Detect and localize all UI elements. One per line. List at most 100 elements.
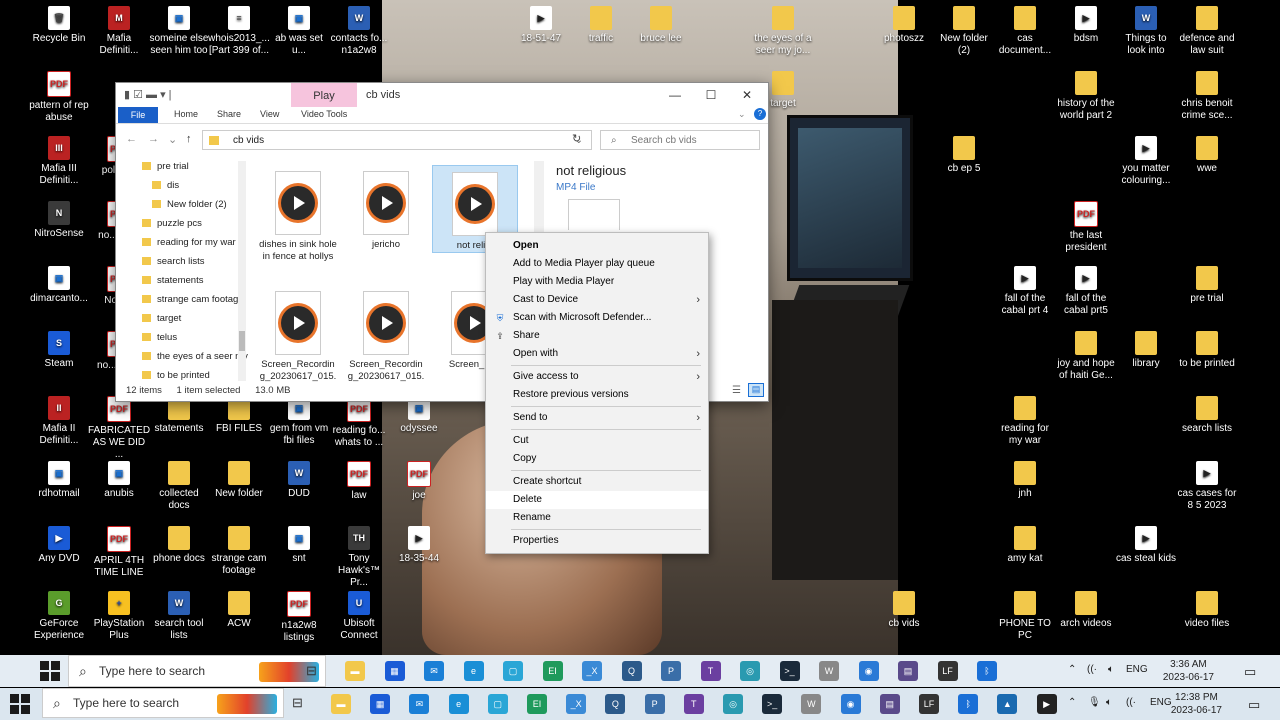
- context-menu-item[interactable]: Play with Media Player: [486, 273, 708, 291]
- desktop-icon[interactable]: ▣ ab was set u...: [268, 6, 330, 57]
- desktop-icon[interactable]: 🗑 Recycle Bin: [28, 6, 90, 45]
- x-icon[interactable]: _X: [582, 661, 602, 681]
- up-icon[interactable]: ↑: [186, 133, 192, 145]
- notifications-icon[interactable]: ▭: [1244, 664, 1256, 680]
- minimize-icon[interactable]: —: [660, 85, 690, 105]
- nav-tree-item[interactable]: New folder (2): [152, 199, 252, 210]
- edge-icon[interactable]: e: [463, 661, 484, 681]
- task-view-icon[interactable]: ⊟: [306, 663, 317, 679]
- file-explorer-icon[interactable]: ▬: [345, 661, 365, 681]
- nav-tree-item[interactable]: strange cam footage: [142, 294, 252, 305]
- tray-overflow-icon[interactable]: ⌃: [1068, 697, 1076, 708]
- refresh-icon[interactable]: ↻: [572, 132, 581, 145]
- desktop-icon[interactable]: ▶ fall of the cabal prt5: [1055, 266, 1117, 317]
- desktop-icon[interactable]: New folder: [208, 461, 270, 500]
- search-input[interactable]: ⌕ Search cb vids: [600, 130, 760, 150]
- details-view-icon[interactable]: ☰: [732, 385, 741, 396]
- desktop-icon[interactable]: ▣ snt: [268, 526, 330, 565]
- desktop-icon[interactable]: cas document...: [994, 6, 1056, 57]
- navigation-scrollbar[interactable]: [238, 161, 246, 381]
- window-icon[interactable]: ▢: [487, 694, 508, 714]
- terminal-icon[interactable]: >_: [762, 694, 783, 714]
- taskbar-search-input[interactable]: ⌕ Type here to search: [42, 688, 284, 718]
- desktop-icon[interactable]: ▶ Any DVD: [28, 526, 90, 565]
- context-menu-item[interactable]: Cast to Device ›: [486, 291, 708, 309]
- context-menu-item[interactable]: Open with ›: [486, 345, 708, 363]
- desktop-icon[interactable]: jnh: [994, 461, 1056, 500]
- lf-icon[interactable]: LF: [919, 694, 939, 714]
- nav-tree-item[interactable]: telus: [142, 332, 252, 343]
- desktop-icon[interactable]: to be printed: [1176, 331, 1238, 370]
- store-icon[interactable]: ▦: [384, 661, 405, 681]
- notifications-icon[interactable]: ▭: [1248, 697, 1260, 713]
- desktop-icon[interactable]: M Mafia Definiti...: [88, 6, 150, 57]
- desktop-icon[interactable]: traffic: [570, 6, 632, 45]
- network-icon[interactable]: ((·: [1126, 697, 1136, 708]
- context-menu-item[interactable]: Cut: [486, 432, 708, 450]
- recent-locations-icon[interactable]: ⌄: [168, 133, 177, 146]
- desktop-icon[interactable]: chris benoit crime sce...: [1176, 71, 1238, 122]
- desktop-icon[interactable]: collected docs: [148, 461, 210, 512]
- mail-icon[interactable]: ✉: [409, 694, 430, 714]
- desktop-icon[interactable]: history of the world part 2: [1055, 71, 1117, 122]
- volume-icon[interactable]: 🔈︎: [1106, 697, 1112, 708]
- desktop-icon[interactable]: W Things to look into: [1115, 6, 1177, 57]
- desktop-icon[interactable]: the eyes of a seer my jo...: [752, 6, 814, 57]
- desktop-icon[interactable]: W DUD: [268, 461, 330, 500]
- desktop-icon[interactable]: ▶ bdsm: [1055, 6, 1117, 45]
- teams-icon[interactable]: T: [683, 694, 704, 714]
- tab-play[interactable]: Play: [291, 83, 357, 107]
- desktop-icon[interactable]: cb ep 5: [933, 136, 995, 175]
- app-icon[interactable]: ◎: [740, 661, 760, 681]
- desktop-icon[interactable]: defence and law suit: [1176, 6, 1238, 57]
- desktop-icon[interactable]: photoszz: [873, 6, 935, 45]
- desktop-icon[interactable]: cb vids: [873, 591, 935, 630]
- gallery-icon[interactable]: ▤: [898, 661, 918, 681]
- desktop-icon[interactable]: III Mafia III Definiti...: [28, 136, 90, 187]
- context-menu-item[interactable]: Open: [486, 237, 708, 255]
- globe-icon[interactable]: ◉: [858, 661, 879, 681]
- address-bar[interactable]: cb vids ⌄: [202, 130, 592, 150]
- desktop-icon[interactable]: ▶ 18-51-47: [510, 6, 572, 45]
- nav-tree-item[interactable]: pre trial: [142, 161, 252, 172]
- photos-icon[interactable]: ▲: [997, 694, 1018, 714]
- desktop-icon[interactable]: ▣ gem from vm fbi files: [268, 396, 330, 447]
- context-menu-item[interactable]: Give access to ›: [486, 368, 708, 386]
- nav-tree-item[interactable]: puzzle pcs: [142, 218, 252, 229]
- help-icon[interactable]: ?: [754, 108, 766, 120]
- wand-icon[interactable]: W: [819, 661, 839, 681]
- mail-icon[interactable]: ✉: [424, 661, 444, 681]
- desktop-icon[interactable]: pre trial: [1176, 266, 1238, 305]
- quick-access-toolbar[interactable]: ▮ ☑ ▬ ▾ |: [124, 88, 172, 101]
- desktop-icon[interactable]: II Mafia II Definiti...: [28, 396, 90, 447]
- x-icon[interactable]: _X: [566, 694, 587, 714]
- desktop-icon[interactable]: phone docs: [148, 526, 210, 565]
- task-view-icon[interactable]: ⊟: [292, 695, 303, 711]
- excel-icon[interactable]: EI: [542, 661, 563, 681]
- search-app-icon[interactable]: Q: [605, 694, 626, 714]
- context-menu-item[interactable]: Restore previous versions: [486, 386, 708, 404]
- wand-icon[interactable]: W: [801, 694, 822, 714]
- desktop-icon[interactable]: PHONE TO PC: [994, 591, 1056, 642]
- desktop-icon[interactable]: PDF the last president: [1055, 201, 1117, 254]
- desktop-icon[interactable]: + PlayStation Plus: [88, 591, 150, 642]
- globe-icon[interactable]: ◉: [840, 694, 861, 714]
- taskbar-search-input[interactable]: ⌕ Type here to search: [68, 655, 326, 687]
- pdf-app-icon[interactable]: P: [661, 661, 681, 681]
- bluetooth-icon[interactable]: ᛒ: [977, 661, 997, 681]
- desktop-icon[interactable]: New folder (2): [933, 6, 995, 57]
- tab-home[interactable]: Home: [174, 109, 198, 119]
- file-explorer-icon[interactable]: ▬: [331, 694, 351, 714]
- desktop-icon[interactable]: PDF FABRICATED AS WE DID ...: [88, 396, 150, 461]
- language-indicator[interactable]: ENG: [1150, 697, 1172, 708]
- nav-tree-item[interactable]: reading for my war: [142, 237, 252, 248]
- volume-icon[interactable]: 🔈︎: [1108, 664, 1114, 675]
- gallery-icon[interactable]: ▤: [879, 694, 900, 714]
- context-menu-item[interactable]: Copy: [486, 450, 708, 468]
- file-item[interactable]: dishes in sink hole in fence at hollys: [256, 165, 340, 263]
- lf-icon[interactable]: LF: [937, 661, 958, 681]
- desktop-icon[interactable]: arch videos: [1055, 591, 1117, 630]
- tab-video-tools[interactable]: Video Tools: [301, 109, 347, 119]
- desktop-icon[interactable]: ACW: [208, 591, 270, 630]
- app-icon[interactable]: ◎: [723, 694, 743, 714]
